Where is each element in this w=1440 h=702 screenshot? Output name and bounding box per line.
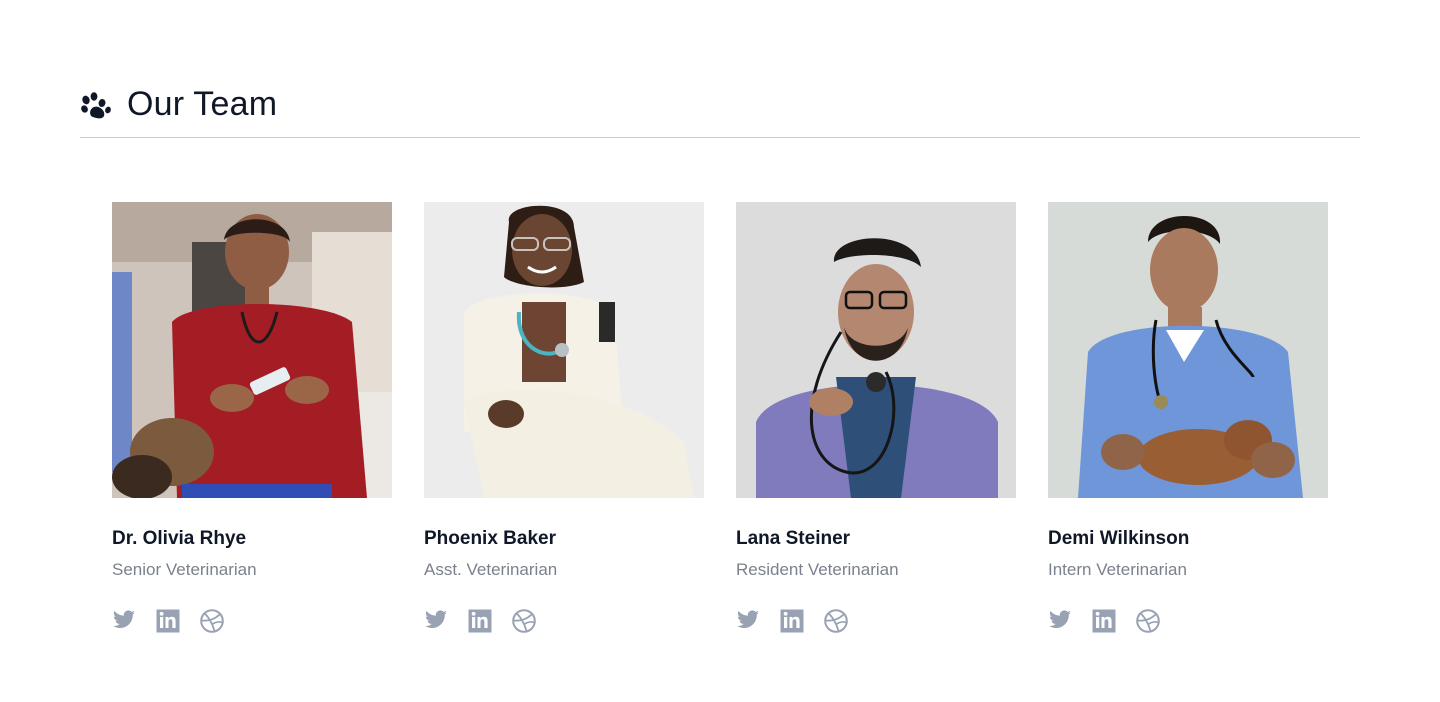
twitter-icon[interactable] (424, 607, 448, 633)
section-header: Our Team (80, 82, 1360, 138)
social-links (424, 607, 536, 633)
team-photo (112, 202, 392, 498)
member-role: Senior Veterinarian (112, 560, 257, 579)
member-name: Demi Wilkinson (1048, 528, 1190, 549)
social-links (112, 607, 224, 633)
dribbble-icon[interactable] (512, 607, 536, 633)
social-links (1048, 607, 1160, 633)
linkedin-icon[interactable] (780, 607, 804, 633)
team-card: Phoenix Baker Asst. Veterinarian (424, 202, 704, 633)
team-card: Dr. Olivia Rhye Senior Veterinarian (112, 202, 392, 633)
linkedin-icon[interactable] (468, 607, 492, 633)
member-role: Asst. Veterinarian (424, 560, 558, 579)
member-role: Resident Veterinarian (736, 560, 899, 579)
member-name: Dr. Olivia Rhye (112, 528, 247, 549)
team-card: Lana Steiner Resident Veterinarian (736, 202, 1016, 633)
twitter-icon[interactable] (112, 607, 136, 633)
team-photo (736, 202, 1016, 498)
dribbble-icon[interactable] (824, 607, 848, 633)
paw-icon (81, 92, 111, 119)
team-photo (1048, 202, 1328, 498)
dribbble-icon[interactable] (1136, 607, 1160, 633)
team-photo (424, 202, 704, 498)
member-role: Intern Veterinarian (1048, 560, 1187, 579)
social-links (736, 607, 848, 633)
linkedin-icon[interactable] (156, 607, 180, 633)
section-title: Our Team (127, 85, 278, 123)
dribbble-icon[interactable] (200, 607, 224, 633)
twitter-icon[interactable] (736, 607, 760, 633)
member-name: Lana Steiner (736, 528, 851, 549)
member-name: Phoenix Baker (424, 528, 556, 549)
twitter-icon[interactable] (1048, 607, 1072, 633)
team-card: Demi Wilkinson Intern Veterinarian (1048, 202, 1328, 633)
linkedin-icon[interactable] (1092, 607, 1116, 633)
